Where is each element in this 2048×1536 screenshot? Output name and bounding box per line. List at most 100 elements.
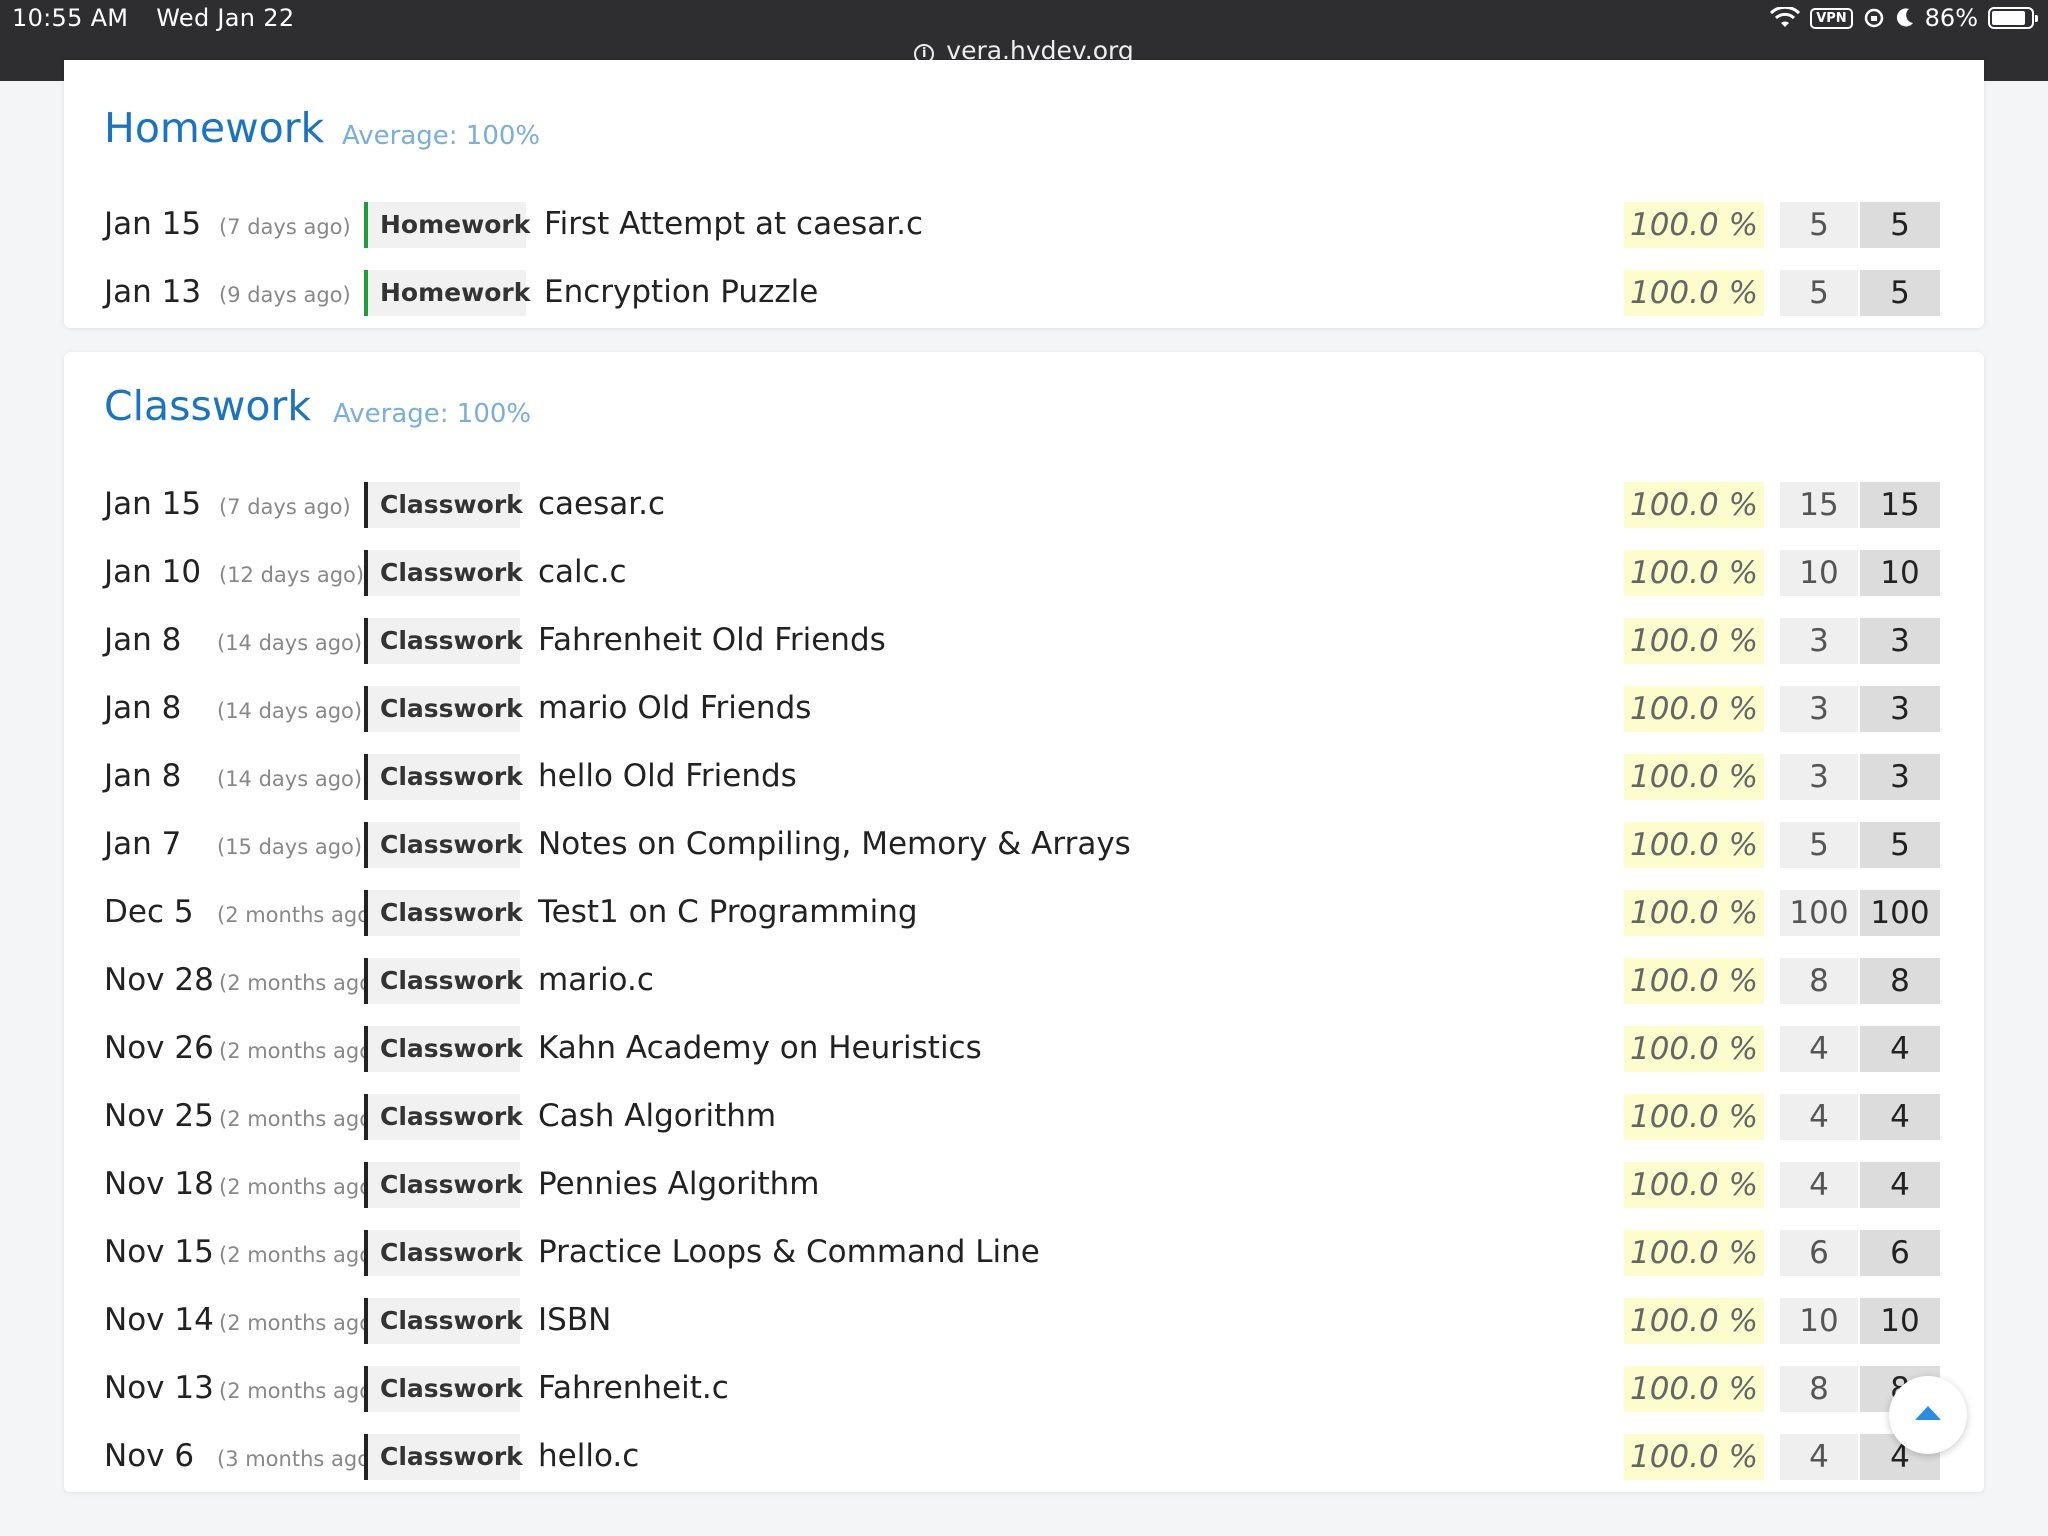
assignment-date: Jan 15	[104, 486, 202, 522]
assignment-date: Nov 6	[104, 1438, 195, 1474]
assignment-name[interactable]: calc.c	[538, 554, 627, 590]
battery-percent: 86%	[1924, 4, 1978, 32]
assignment-name[interactable]: Cash Algorithm	[538, 1098, 776, 1134]
grade-row[interactable]: Jan 15 (7 days ago) Homework First Attempt …	[104, 202, 1950, 248]
classwork-section: Classwork Average: 100% Jan 15 (7 days ag…	[64, 352, 1984, 1492]
category-tag: Classwork	[364, 1230, 523, 1276]
grade-row[interactable]: Jan 8 (14 days ago) Classwork Fahrenheit Ol…	[104, 618, 1950, 664]
grade-row[interactable]: Jan 13 (9 days ago) Homework Encryption Puz…	[104, 270, 1950, 316]
points-earned: 4	[1780, 1094, 1858, 1140]
grade-row[interactable]: Jan 15 (7 days ago) Classwork caesar.c 100.0…	[104, 482, 1950, 528]
category-tag: Classwork	[364, 1162, 523, 1208]
grade-row[interactable]: Nov 26(2 months ago)Classwork Kahn Academ…	[104, 1026, 1950, 1072]
assignment-name[interactable]: First Attempt at caesar.c	[544, 206, 923, 242]
assignment-date: Nov 25	[104, 1098, 214, 1134]
grade-row[interactable]: Nov 6 (3 months ago) Classwork hello.c 100.0…	[104, 1434, 1950, 1480]
battery-icon	[1988, 7, 2038, 29]
score-percent: 100.0 %	[1624, 618, 1764, 664]
score-percent: 100.0 %	[1624, 482, 1764, 528]
points-possible: 8	[1860, 958, 1940, 1004]
points-possible: 4	[1860, 1162, 1940, 1208]
score-percent: 100.0 %	[1624, 890, 1764, 936]
category-tag: Classwork	[364, 958, 523, 1004]
assignment-name[interactable]: mario Old Friends	[538, 690, 811, 726]
grade-row[interactable]: Nov 13(2 months ago)Classwork Fahrenheit.…	[104, 1366, 1950, 1412]
vpn-badge: VPN	[1810, 7, 1853, 29]
relative-date: (2 months ago)	[219, 1379, 364, 1403]
points-earned: 4	[1780, 1026, 1858, 1072]
score-percent: 100.0 %	[1624, 958, 1764, 1004]
points-earned: 8	[1780, 958, 1858, 1004]
assignment-date: Nov 14	[104, 1302, 214, 1338]
points-possible: 3	[1860, 618, 1940, 664]
category-tag: Classwork	[364, 1366, 523, 1412]
arrow-up-icon	[1915, 1406, 1941, 1420]
category-tag: Homework	[364, 202, 530, 248]
assignment-date: Dec 5	[104, 894, 194, 930]
assignment-name[interactable]: Fahrenheit.c	[538, 1370, 729, 1406]
score-percent: 100.0 %	[1624, 1434, 1764, 1480]
score-percent: 100.0 %	[1624, 1026, 1764, 1072]
category-tag: Classwork	[364, 1094, 523, 1140]
assignment-name[interactable]: caesar.c	[538, 486, 665, 522]
assignment-date: Nov 26	[104, 1030, 214, 1066]
grade-row[interactable]: Dec 5 (2 months ago) Classwork Test1 on C P…	[104, 890, 1950, 936]
grade-row[interactable]: Nov 25(2 months ago)Classwork Cash Algori…	[104, 1094, 1950, 1140]
relative-date: (9 days ago)	[219, 283, 351, 307]
relative-date: (15 days ago)	[217, 835, 363, 859]
grade-row[interactable]: Jan 8 (14 days ago) Classwork mario Old Fri…	[104, 686, 1950, 732]
category-tag: Classwork	[364, 890, 523, 936]
assignment-name[interactable]: Practice Loops & Command Line	[538, 1234, 1040, 1270]
scroll-to-top-button[interactable]	[1889, 1376, 1967, 1454]
assignment-name[interactable]: Pennies Algorithm	[538, 1166, 819, 1202]
grade-row[interactable]: Nov 18(2 months ago)Classwork Pennies Alg…	[104, 1162, 1950, 1208]
points-possible: 3	[1860, 686, 1940, 732]
status-date: Wed Jan 22	[156, 4, 295, 32]
points-earned: 5	[1780, 270, 1858, 316]
category-tag: Classwork	[364, 1298, 523, 1344]
assignment-name[interactable]: Notes on Compiling, Memory & Arrays	[538, 826, 1131, 862]
grade-row[interactable]: Nov 15(2 months ago)Classwork Practice Lo…	[104, 1230, 1950, 1276]
assignment-date: Jan 10	[104, 554, 202, 590]
battery-tip	[2035, 15, 2038, 22]
assignment-name[interactable]: ISBN	[538, 1302, 611, 1338]
relative-date: (2 months ago)	[219, 1039, 364, 1063]
score-percent: 100.0 %	[1624, 1094, 1764, 1140]
points-possible: 5	[1860, 202, 1940, 248]
relative-date: (7 days ago)	[219, 215, 351, 239]
points-possible: 10	[1860, 550, 1940, 596]
status-bar-left: 10:55 AM Wed Jan 22	[12, 4, 314, 32]
grade-row[interactable]: Jan 7 (15 days ago) Classwork Notes on Comp…	[104, 822, 1950, 868]
grade-row[interactable]: Jan 10 (12 days ago) Classwork calc.c 100.0 …	[104, 550, 1950, 596]
score-percent: 100.0 %	[1624, 686, 1764, 732]
relative-date: (2 months ago)	[219, 1175, 364, 1199]
points-possible: 5	[1860, 822, 1940, 868]
assignment-date: Jan 8	[104, 690, 182, 726]
points-earned: 5	[1780, 202, 1858, 248]
category-tag: Classwork	[364, 822, 523, 868]
grade-row[interactable]: Nov 28(2 months ago)Classwork mario.c 100.…	[104, 958, 1950, 1004]
assignment-name[interactable]: hello.c	[538, 1438, 639, 1474]
grade-row[interactable]: Jan 8 (14 days ago) Classwork hello Old Fri…	[104, 754, 1950, 800]
assignment-name[interactable]: mario.c	[538, 962, 654, 998]
classwork-average: Average: 100%	[333, 399, 532, 429]
assignment-name[interactable]: Fahrenheit Old Friends	[538, 622, 886, 658]
points-earned: 3	[1780, 754, 1858, 800]
homework-title: Homework	[104, 104, 325, 152]
assignment-name[interactable]: Test1 on C Programming	[538, 894, 918, 930]
points-earned: 5	[1780, 822, 1858, 868]
category-tag: Homework	[364, 270, 530, 316]
status-bar-right: VPN 86%	[1770, 4, 2038, 32]
status-time: 10:55 AM	[12, 4, 129, 32]
relative-date: (7 days ago)	[219, 495, 351, 519]
assignment-name[interactable]: Encryption Puzzle	[544, 274, 818, 310]
points-possible: 6	[1860, 1230, 1940, 1276]
points-earned: 100	[1780, 890, 1858, 936]
grade-row[interactable]: Nov 14(2 months ago)Classwork ISBN 100.0 %…	[104, 1298, 1950, 1344]
points-earned: 10	[1780, 1298, 1858, 1344]
assignment-date: Nov 15	[104, 1234, 214, 1270]
assignment-name[interactable]: Kahn Academy on Heuristics	[538, 1030, 982, 1066]
homework-average: Average: 100%	[342, 121, 541, 151]
assignment-name[interactable]: hello Old Friends	[538, 758, 797, 794]
relative-date: (14 days ago)	[217, 631, 363, 655]
